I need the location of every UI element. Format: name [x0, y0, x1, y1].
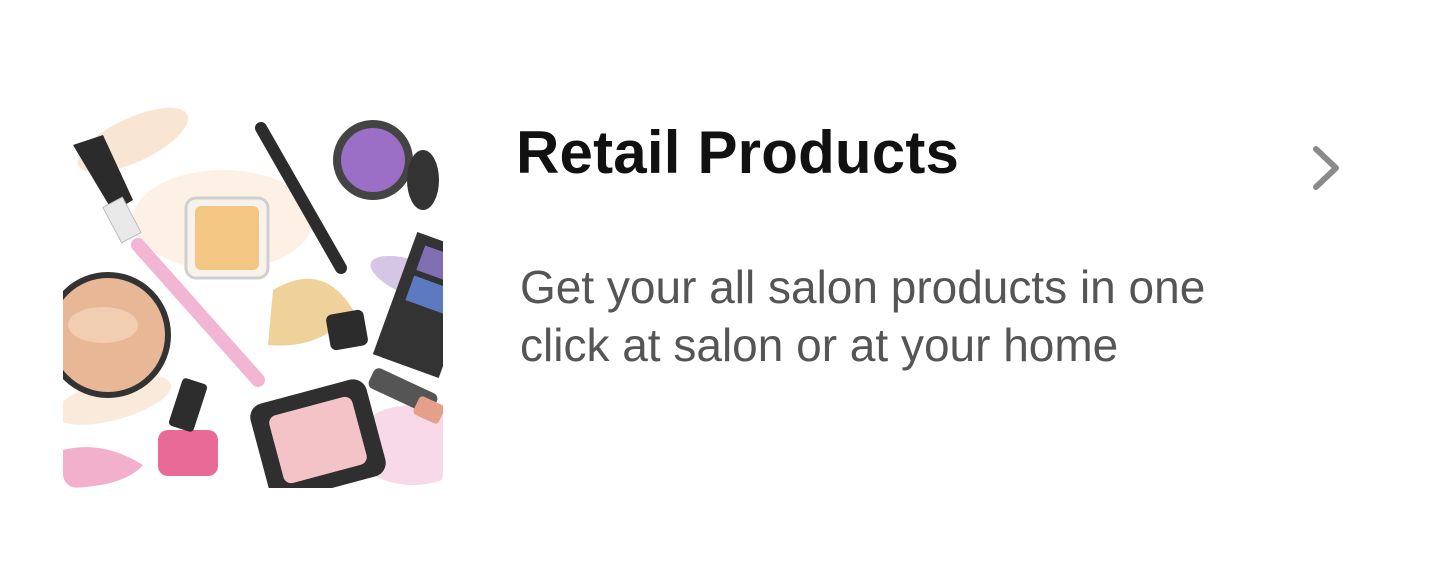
retail-products-card[interactable]: Retail Products Get your all salon produ…: [0, 0, 1440, 577]
card-title: Retail Products: [516, 119, 960, 186]
makeup-illustration: [63, 100, 443, 488]
chevron-right-icon[interactable]: [1306, 145, 1346, 191]
card-description: Get your all salon products in one click…: [520, 261, 1206, 371]
